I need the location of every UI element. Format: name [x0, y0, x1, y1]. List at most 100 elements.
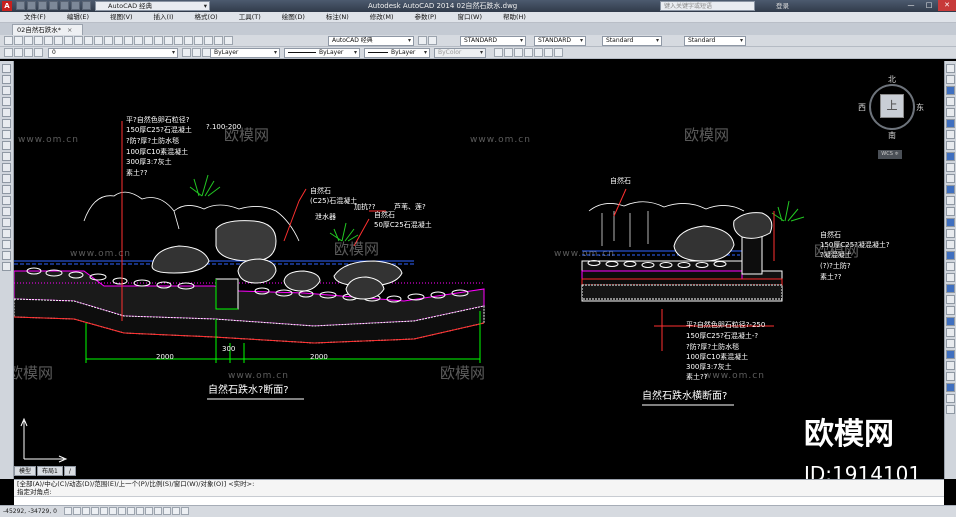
dyn-mode-icon[interactable]	[136, 507, 144, 515]
rotate-icon[interactable]	[946, 130, 955, 139]
revcloud-tool-icon[interactable]	[2, 141, 11, 150]
snap-mode-icon[interactable]	[64, 507, 72, 515]
spline-tool-icon[interactable]	[2, 152, 11, 161]
mleader-style-combo[interactable]: Standard	[684, 36, 746, 46]
fillet-icon[interactable]	[946, 229, 955, 238]
menu-format[interactable]: 格式(O)	[195, 12, 218, 22]
workspace-combo[interactable]: AutoCAD 经典	[328, 36, 414, 46]
layer-manager-icon[interactable]	[4, 48, 13, 57]
palette-icon[interactable]	[946, 405, 955, 414]
save-icon[interactable]	[38, 1, 47, 10]
open-file-icon[interactable]	[27, 1, 36, 10]
3d-osnap-icon[interactable]	[109, 507, 117, 515]
grid-mode-icon[interactable]	[73, 507, 81, 515]
viewcube[interactable]: 北 西 东 南 上 WCS ≑	[856, 72, 936, 162]
autocad-logo-icon[interactable]: A	[2, 1, 12, 11]
dim-icon[interactable]	[946, 284, 955, 293]
open-icon[interactable]	[14, 36, 23, 45]
drawing-canvas[interactable]: 平?自然色卵石粒径? 150厚C25?石混凝土 ?.100-200 ?防?厚?土…	[14, 61, 944, 479]
maximize-button[interactable]: □	[920, 0, 938, 11]
table-tool-icon[interactable]	[2, 251, 11, 260]
dim-style-combo[interactable]: STANDARD	[534, 36, 586, 46]
explode-icon[interactable]	[946, 251, 955, 260]
redo-tool-icon[interactable]	[114, 36, 123, 45]
osnap-mode-icon[interactable]	[100, 507, 108, 515]
move-icon[interactable]	[946, 119, 955, 128]
wcs-menu[interactable]: WCS ≑	[878, 150, 902, 159]
lineweight-mode-icon[interactable]	[145, 507, 153, 515]
polar-mode-icon[interactable]	[91, 507, 99, 515]
quickcalc-icon[interactable]	[214, 36, 223, 45]
offset-icon[interactable]	[946, 97, 955, 106]
settings-icon[interactable]	[946, 350, 955, 359]
make-block-icon[interactable]	[2, 196, 11, 205]
point-tool-icon[interactable]	[2, 207, 11, 216]
menu-help[interactable]: 帮助(H)	[503, 12, 526, 22]
lineweight-combo[interactable]: ByLayer	[364, 48, 430, 58]
sheet-set-icon[interactable]	[194, 36, 203, 45]
viewcube-top-face[interactable]: 上	[880, 94, 904, 118]
text-icon[interactable]	[946, 361, 955, 370]
menu-insert[interactable]: 插入(I)	[154, 12, 174, 22]
text-style-combo[interactable]: STANDARD	[460, 36, 526, 46]
plot-style-combo[interactable]: ByColor	[434, 48, 486, 58]
menu-tools[interactable]: 工具(T)	[239, 12, 261, 22]
rectangle-tool-icon[interactable]	[2, 108, 11, 117]
orbit-icon[interactable]	[946, 317, 955, 326]
erase-icon[interactable]	[946, 64, 955, 73]
join-icon[interactable]	[946, 207, 955, 216]
pan-icon[interactable]	[124, 36, 133, 45]
new-file-icon[interactable]	[16, 1, 25, 10]
viewcube-east[interactable]: 东	[916, 102, 924, 113]
region-tool-icon[interactable]	[2, 240, 11, 249]
menu-view[interactable]: 视图(V)	[110, 12, 133, 22]
circle-tool-icon[interactable]	[2, 130, 11, 139]
ellipse-tool-icon[interactable]	[2, 163, 11, 172]
layer-lock-icon[interactable]	[34, 48, 43, 57]
menu-dimension[interactable]: 标注(N)	[326, 12, 349, 22]
menu-file[interactable]: 文件(F)	[24, 12, 46, 22]
make-current-icon[interactable]	[182, 48, 191, 57]
workspace-select[interactable]: AutoCAD 经典	[95, 1, 210, 11]
minimize-button[interactable]: —	[902, 0, 920, 11]
zoom-realtime-icon[interactable]	[134, 36, 143, 45]
polygon-tool-icon[interactable]	[2, 97, 11, 106]
text-style-icon[interactable]	[428, 36, 437, 45]
blend-icon[interactable]	[946, 240, 955, 249]
copy-icon[interactable]	[74, 36, 83, 45]
tab-layout1[interactable]: 布局1	[37, 466, 63, 476]
viewcube-south[interactable]: 南	[888, 130, 896, 141]
layer-freeze-icon[interactable]	[24, 48, 33, 57]
viewcube-west[interactable]: 西	[858, 102, 866, 113]
color-combo[interactable]: ByLayer	[210, 48, 280, 58]
properties-icon[interactable]	[164, 36, 173, 45]
xref-icon[interactable]	[946, 394, 955, 403]
arc-tool-icon[interactable]	[2, 119, 11, 128]
bring-above-icon[interactable]	[514, 48, 523, 57]
table-icon[interactable]	[946, 372, 955, 381]
menu-draw[interactable]: 绘图(D)	[282, 12, 305, 22]
publish-icon[interactable]	[54, 36, 63, 45]
menu-window[interactable]: 窗口(W)	[457, 12, 482, 22]
help-icon[interactable]	[224, 36, 233, 45]
otrack-mode-icon[interactable]	[118, 507, 126, 515]
command-input[interactable]	[14, 496, 944, 505]
break-icon[interactable]	[946, 196, 955, 205]
stretch-icon[interactable]	[946, 152, 955, 161]
line-tool-icon[interactable]	[2, 64, 11, 73]
ducs-mode-icon[interactable]	[127, 507, 135, 515]
zoom-previous-icon[interactable]	[154, 36, 163, 45]
text-front-icon[interactable]	[534, 48, 543, 57]
trim-icon[interactable]	[946, 163, 955, 172]
tool-palette-icon[interactable]	[184, 36, 193, 45]
quick-properties-icon[interactable]	[163, 507, 171, 515]
close-button[interactable]: ✕	[938, 0, 956, 11]
save-as-icon[interactable]	[49, 1, 58, 10]
dim-front-icon[interactable]	[544, 48, 553, 57]
osnap-icon[interactable]	[946, 273, 955, 282]
copy-object-icon[interactable]	[946, 75, 955, 84]
tab-model[interactable]: 模型	[14, 466, 37, 476]
save-tool-icon[interactable]	[24, 36, 33, 45]
array-icon[interactable]	[946, 108, 955, 117]
chamfer-icon[interactable]	[946, 218, 955, 227]
